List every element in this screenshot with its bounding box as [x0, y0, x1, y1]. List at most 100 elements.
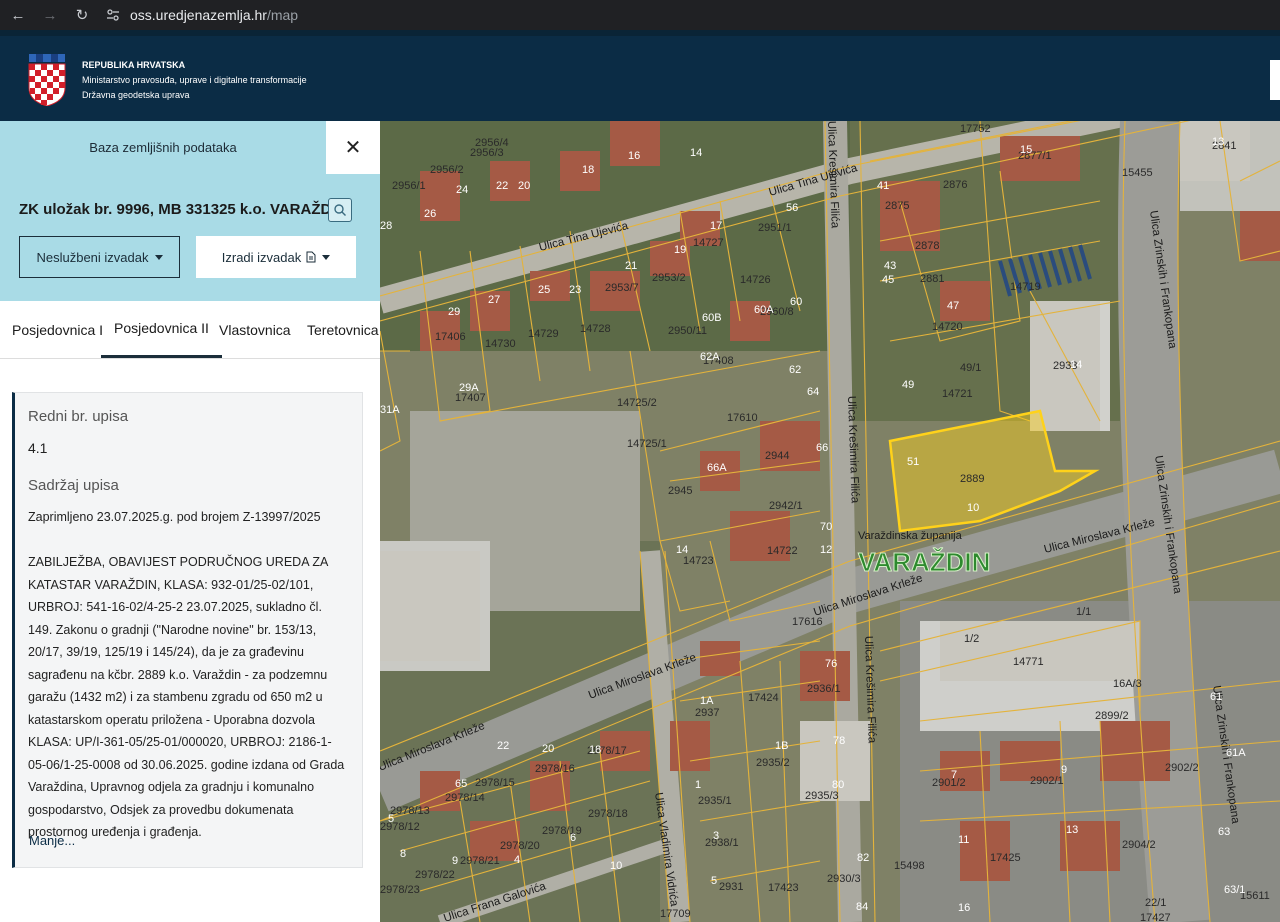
- plot-number: 14720: [932, 321, 963, 333]
- back-icon[interactable]: ←: [4, 1, 32, 29]
- tab-vlastovnica[interactable]: Vlastovnica: [219, 301, 291, 358]
- house-number: 20: [518, 180, 530, 192]
- house-number: 65: [455, 778, 467, 790]
- tab-posjedovnica-2[interactable]: Posjedovnica II: [101, 301, 222, 358]
- show-less-link[interactable]: Manje...: [29, 833, 75, 848]
- house-number: 5: [711, 875, 717, 887]
- plot-number: 2876: [943, 179, 967, 191]
- plot-number: 2889: [960, 473, 984, 485]
- house-number: 1B: [775, 740, 788, 752]
- tab-teretovnica[interactable]: Teretovnica: [307, 301, 379, 358]
- house-number: 60A: [754, 304, 774, 316]
- house-number: 70: [820, 521, 832, 533]
- house-number: 31A: [380, 404, 400, 416]
- close-panel-button[interactable]: ✕: [326, 121, 380, 174]
- create-extract-dropdown[interactable]: Izradi izvadak: [196, 236, 356, 278]
- cadastral-map[interactable]: Ulica Tina Ujevića Ulica Tina Ujevića Ul…: [380, 121, 1280, 922]
- plot-number: 2942/1: [769, 500, 803, 512]
- unofficial-extract-label: Neslužbeni izvadak: [36, 249, 149, 265]
- plot-number: 49/1: [960, 362, 981, 374]
- plot-number: 17616: [792, 616, 823, 628]
- reload-icon[interactable]: ↻: [68, 1, 96, 29]
- plot-number: 14725/2: [617, 397, 657, 409]
- house-number: 29A: [459, 382, 479, 394]
- plot-number: 2881: [920, 273, 944, 285]
- house-number: 13: [1066, 824, 1078, 836]
- house-number: 16: [628, 150, 640, 162]
- house-number: 51: [907, 456, 919, 468]
- plot-number: 17425: [990, 852, 1021, 864]
- house-number: 3: [713, 830, 719, 842]
- house-number: 56: [786, 202, 798, 214]
- house-number: 84: [856, 901, 868, 913]
- plot-number: 14728: [580, 323, 611, 335]
- header-line-3: Državna geodetska uprava: [82, 90, 190, 100]
- plot-number: 15455: [1122, 167, 1153, 179]
- croatian-coat-of-arms-logo: [28, 54, 66, 106]
- plot-number: 14722: [767, 545, 798, 557]
- forward-icon[interactable]: →: [36, 1, 64, 29]
- house-number: 10: [967, 502, 979, 514]
- house-number: 10: [610, 860, 622, 872]
- land-data-panel: Baza zemljišnih podataka ✕ ZK uložak br.…: [0, 121, 380, 922]
- search-icon[interactable]: [328, 198, 352, 222]
- plot-number: 2938/1: [705, 837, 739, 849]
- plot-number: 2931: [719, 881, 743, 893]
- unofficial-extract-dropdown[interactable]: Neslužbeni izvadak: [19, 236, 180, 278]
- plot-number: 22/1: [1145, 897, 1166, 909]
- house-number: 18: [589, 744, 601, 756]
- plot-number: 17709: [660, 908, 691, 920]
- site-settings-icon[interactable]: [104, 6, 122, 24]
- plot-number: 14719: [1010, 281, 1041, 293]
- map-canvas[interactable]: Ulica Tina Ujevića Ulica Tina Ujevića Ul…: [380, 121, 1280, 922]
- plot-number: 2878: [915, 240, 939, 252]
- house-number: 15: [1020, 144, 1032, 156]
- tab-posjedovnica-1[interactable]: Posjedovnica I: [12, 301, 103, 358]
- plot-number: 2875: [885, 200, 909, 212]
- plot-number: 2944: [765, 450, 789, 462]
- plot-number: 2937: [695, 707, 719, 719]
- house-number: 23: [569, 284, 581, 296]
- house-number: 63: [1218, 826, 1230, 838]
- plot-number: 2978/21: [460, 855, 500, 867]
- house-number: 6: [570, 832, 576, 844]
- house-number: 16: [958, 902, 970, 914]
- plot-number: 2956/2: [430, 164, 464, 176]
- house-number: 43: [884, 260, 896, 272]
- house-number: 19: [674, 244, 686, 256]
- address-bar[interactable]: oss.uredjenazemlja.hr/map: [104, 3, 298, 27]
- plot-number: 2978/14: [445, 792, 485, 804]
- plot-number: 2899/2: [1095, 710, 1129, 722]
- house-number: 66A: [707, 462, 727, 474]
- house-number: 14: [1070, 359, 1082, 371]
- house-number: 29: [448, 306, 460, 318]
- url-path: /map: [266, 7, 299, 23]
- plot-number: 2901/2: [932, 777, 966, 789]
- house-number: 22: [496, 180, 508, 192]
- plot-number: 14729: [528, 328, 559, 340]
- plot-number: 17752: [960, 123, 991, 135]
- plot-number: 2902/1: [1030, 775, 1064, 787]
- plot-number: 2978/20: [500, 840, 540, 852]
- entry-number-value: 4.1: [28, 440, 48, 456]
- register-tabs: Posjedovnica I Posjedovnica II Vlastovni…: [0, 301, 380, 359]
- house-number: 25: [538, 284, 550, 296]
- plot-number: 2950/11: [668, 325, 707, 337]
- entry-content-label: Sadržaj upisa: [28, 477, 119, 494]
- entry-received: Zaprimljeno 23.07.2025.g. pod brojem Z-1…: [28, 510, 321, 524]
- browser-toolbar: ← → ↻ oss.uredjenazemlja.hr/map: [0, 0, 1280, 30]
- house-number: 1: [695, 779, 701, 791]
- house-number: 80: [832, 779, 844, 791]
- house-number: 60B: [702, 312, 722, 324]
- house-number: 76: [825, 658, 837, 670]
- plot-number: 2978/16: [535, 763, 575, 775]
- header-menu-button[interactable]: [1270, 60, 1280, 100]
- plot-number: 2953/7: [605, 282, 639, 294]
- land-registry-title: ZK uložak br. 9996, MB 331325 k.o. VARAŽ…: [19, 201, 347, 218]
- house-number: 24: [456, 184, 468, 196]
- plot-number: 17427: [1140, 912, 1171, 922]
- house-number: 26: [424, 208, 436, 220]
- county-label: Varaždinska županija: [858, 530, 963, 542]
- entry-description: ZABILJEŽBA, OBAVIJEST PODRUČNOG UREDA ZA…: [28, 555, 345, 839]
- house-number: 17: [710, 220, 722, 232]
